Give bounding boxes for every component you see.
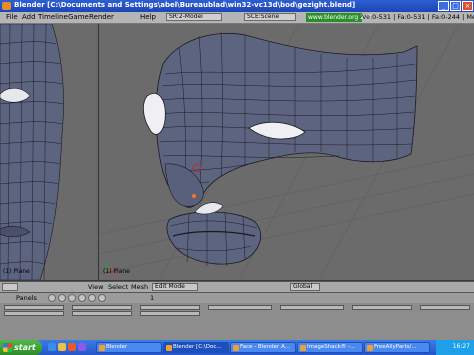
buttons-header: Panels 1	[0, 292, 474, 303]
menu-mesh[interactable]: Mesh	[131, 283, 148, 291]
taskbar-item[interactable]: Face - Blender A...	[230, 342, 296, 353]
window-title: Blender [C:\Documents and Settings\abel\…	[14, 1, 356, 9]
taskbar-item[interactable]: ImageShack® -...	[297, 342, 363, 353]
taskbar-item[interactable]: FreeAllyParts/...	[364, 342, 430, 353]
windows-taskbar: start Blender Blender [C:\Doc... Face - …	[0, 340, 474, 355]
object-panel-icon[interactable]	[78, 294, 86, 302]
panel-button[interactable]	[4, 311, 64, 316]
scene-selector[interactable]: SCE:Scene	[244, 13, 296, 21]
taskbar-item-label: ImageShack® -...	[307, 344, 356, 350]
menu-view[interactable]: View	[88, 283, 103, 291]
panel-button[interactable]	[208, 305, 272, 310]
screen-selector[interactable]: SR:2-Model	[166, 13, 222, 21]
blender-icon	[99, 345, 105, 351]
start-button[interactable]: start	[0, 340, 42, 355]
menu-select[interactable]: Select	[108, 283, 128, 291]
close-button[interactable]: ×	[462, 1, 473, 11]
panel-button[interactable]	[140, 305, 200, 310]
panel-button[interactable]	[72, 311, 132, 316]
pivot-selector[interactable]: Global	[290, 283, 320, 291]
selected-vertex	[192, 194, 196, 198]
panels-label: Panels	[16, 294, 37, 302]
menu-timeline[interactable]: Timeline	[38, 13, 68, 21]
menu-game[interactable]: Game	[68, 13, 89, 21]
browser-quicklaunch-icon[interactable]	[48, 343, 56, 351]
panel-button[interactable]	[420, 305, 470, 310]
system-tray: 16:27	[436, 340, 474, 355]
viewport-main-label: (1) Plane	[103, 268, 130, 275]
minimize-button[interactable]: _	[438, 1, 449, 11]
folder-quicklaunch-icon[interactable]	[58, 343, 66, 351]
taskbar-item-active[interactable]: Blender [C:\Doc...	[163, 342, 229, 353]
maximize-button[interactable]: □	[450, 1, 461, 11]
app-quicklaunch-icon[interactable]	[78, 343, 86, 351]
info-header: File Add Timeline Game Render Help SR:2-…	[0, 12, 474, 24]
start-label: start	[14, 343, 36, 352]
clock: 16:27	[452, 343, 470, 350]
panel-button[interactable]	[140, 311, 200, 316]
taskbar-item-label: FreeAllyParts/...	[374, 344, 417, 350]
mode-selector[interactable]: Edit Mode	[152, 283, 198, 291]
menu-add[interactable]: Add	[22, 13, 36, 21]
viewport-main[interactable]: (1) Plane	[99, 24, 474, 280]
panel-page: 1	[150, 294, 155, 302]
media-quicklaunch-icon[interactable]	[68, 343, 76, 351]
blender-icon	[166, 345, 172, 351]
logic-panel-icon[interactable]	[48, 294, 56, 302]
buttons-window	[0, 303, 474, 340]
menu-help[interactable]: Help	[140, 13, 156, 21]
browser-icon	[233, 345, 239, 351]
scene-stats: Ve:0-531 | Fa:0-531 | Fa:0-244 | Mem:3.7…	[362, 13, 474, 21]
face-mask-mesh	[99, 24, 474, 280]
browser-icon	[300, 345, 306, 351]
panel-button[interactable]	[4, 305, 64, 310]
editor-type-button[interactable]	[2, 283, 18, 291]
scene-panel-icon[interactable]	[98, 294, 106, 302]
blender-app-icon	[2, 2, 11, 10]
script-panel-icon[interactable]	[58, 294, 66, 302]
face-front-view	[0, 24, 64, 280]
taskbar-item-label: Face - Blender A...	[240, 344, 290, 350]
taskbar-item-label: Blender [C:\Doc...	[173, 344, 222, 350]
shading-panel-icon[interactable]	[68, 294, 76, 302]
3d-view-header: View Select Mesh Edit Mode Global	[0, 281, 474, 292]
menu-file[interactable]: File	[6, 13, 18, 21]
taskbar-item[interactable]: Blender	[96, 342, 162, 353]
blender-site-link[interactable]: www.blender.org 242	[306, 13, 372, 22]
taskbar-item-label: Blender	[106, 344, 128, 350]
folder-icon	[367, 345, 373, 351]
viewport-left-label: (1) Plane	[3, 268, 30, 275]
windows-logo-icon	[3, 343, 12, 352]
viewport-left[interactable]: (1) Plane	[0, 24, 98, 280]
panel-button[interactable]	[280, 305, 344, 310]
panel-button[interactable]	[352, 305, 412, 310]
panel-button[interactable]	[72, 305, 132, 310]
editing-panel-icon[interactable]	[88, 294, 96, 302]
window-title-bar: Blender [C:\Documents and Settings\abel\…	[0, 0, 474, 12]
menu-render[interactable]: Render	[89, 13, 114, 21]
